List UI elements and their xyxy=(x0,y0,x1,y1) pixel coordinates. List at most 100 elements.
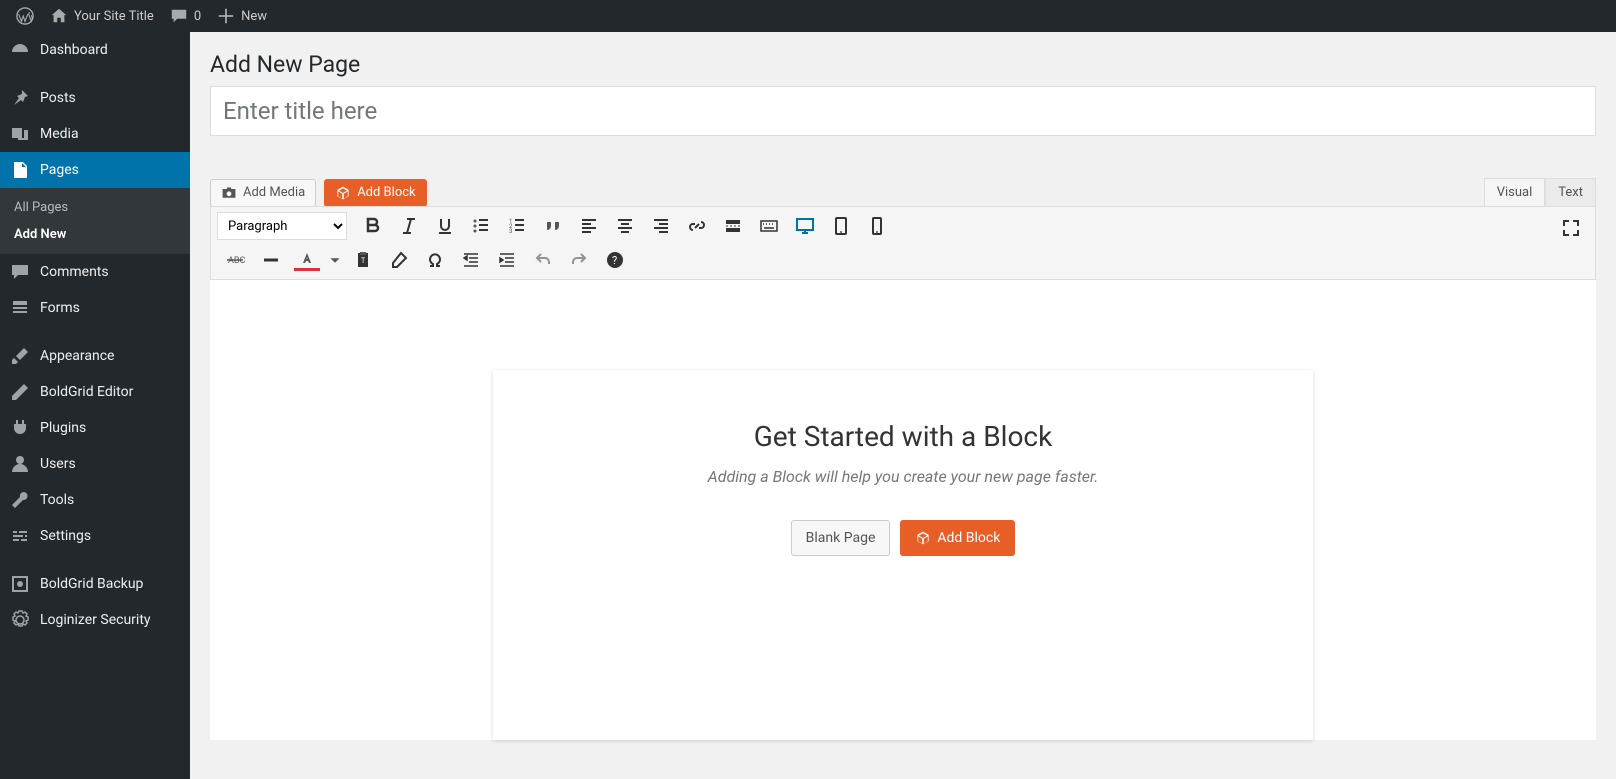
wrench-icon xyxy=(10,490,30,510)
sidebar-item-settings[interactable]: Settings xyxy=(0,518,190,554)
plus-icon xyxy=(217,7,235,25)
outdent-button[interactable] xyxy=(453,245,489,275)
strike-icon: ABC xyxy=(225,250,245,270)
keyboard-icon xyxy=(759,216,779,236)
tablet-button[interactable] xyxy=(823,211,859,241)
text-color-button[interactable] xyxy=(289,245,325,275)
sidebar-label: Settings xyxy=(40,528,91,544)
wp-logo[interactable] xyxy=(8,0,42,32)
sidebar-item-forms[interactable]: Forms xyxy=(0,290,190,326)
plug-icon xyxy=(10,418,30,438)
align-left-button[interactable] xyxy=(571,211,607,241)
align-center-icon xyxy=(615,216,635,236)
editor-canvas[interactable]: Get Started with a Block Adding a Block … xyxy=(210,280,1596,740)
align-right-icon xyxy=(651,216,671,236)
blank-page-button[interactable]: Blank Page xyxy=(791,520,891,556)
page-heading: Add New Page xyxy=(210,42,1596,86)
submenu-all-pages[interactable]: All Pages xyxy=(0,194,190,221)
keyboard-button[interactable] xyxy=(751,211,787,241)
sidebar-label: Dashboard xyxy=(40,42,108,58)
forms-icon xyxy=(10,298,30,318)
bullet-list-button[interactable] xyxy=(463,211,499,241)
dashboard-icon xyxy=(10,40,30,60)
align-right-button[interactable] xyxy=(643,211,679,241)
clipboard-icon: T xyxy=(353,250,373,270)
sidebar-item-posts[interactable]: Posts xyxy=(0,80,190,116)
new-label: New xyxy=(241,9,267,24)
add-block-button[interactable]: Add Block xyxy=(324,179,426,207)
special-char-button[interactable] xyxy=(417,245,453,275)
desktop-button[interactable] xyxy=(787,211,823,241)
site-title: Your Site Title xyxy=(74,9,154,24)
sidebar-item-comments[interactable]: Comments xyxy=(0,254,190,290)
outdent-icon xyxy=(461,250,481,270)
sidebar-item-boldgrid-backup[interactable]: BoldGrid Backup xyxy=(0,566,190,602)
strikethrough-button[interactable]: ABC xyxy=(217,245,253,275)
eraser-icon xyxy=(389,250,409,270)
text-color-icon xyxy=(297,250,317,270)
bold-icon xyxy=(363,216,383,236)
tab-text[interactable]: Text xyxy=(1545,178,1596,207)
help-button[interactable]: ? xyxy=(597,245,633,275)
blockquote-button[interactable] xyxy=(535,211,571,241)
starter-add-block-label: Add Block xyxy=(937,530,1000,546)
indent-button[interactable] xyxy=(489,245,525,275)
add-media-button[interactable]: Add Media xyxy=(210,179,316,207)
cube-icon xyxy=(915,530,931,546)
sidebar-label: Pages xyxy=(40,162,79,178)
align-center-button[interactable] xyxy=(607,211,643,241)
submenu-add-new[interactable]: Add New xyxy=(0,221,190,248)
fullscreen-button[interactable] xyxy=(1553,213,1589,243)
list-ul-icon xyxy=(471,216,491,236)
sidebar-item-boldgrid-editor[interactable]: BoldGrid Editor xyxy=(0,374,190,410)
sidebar-item-media[interactable]: Media xyxy=(0,116,190,152)
tab-visual[interactable]: Visual xyxy=(1484,178,1546,207)
camera-music-icon xyxy=(221,185,237,201)
clear-format-button[interactable] xyxy=(381,245,417,275)
admin-sidebar: Dashboard Posts Media Pages All Pages Ad… xyxy=(0,32,190,779)
sidebar-item-loginizer[interactable]: Loginizer Security xyxy=(0,602,190,638)
editor-tabs: Visual Text xyxy=(1484,178,1596,207)
quote-icon xyxy=(543,216,563,236)
comments-link[interactable]: 0 xyxy=(162,0,209,32)
text-color-dropdown[interactable] xyxy=(325,245,345,275)
sidebar-item-users[interactable]: Users xyxy=(0,446,190,482)
comment-icon xyxy=(10,262,30,282)
indent-icon xyxy=(497,250,517,270)
tablet-icon xyxy=(831,216,851,236)
undo-button[interactable] xyxy=(525,245,561,275)
backup-icon xyxy=(10,574,30,594)
italic-icon xyxy=(399,216,419,236)
hr-button[interactable] xyxy=(253,245,289,275)
sidebar-item-pages[interactable]: Pages xyxy=(0,152,190,188)
mobile-button[interactable] xyxy=(859,211,895,241)
link-button[interactable] xyxy=(679,211,715,241)
read-more-button[interactable] xyxy=(715,211,751,241)
sidebar-submenu-pages: All Pages Add New xyxy=(0,188,190,254)
italic-button[interactable] xyxy=(391,211,427,241)
help-icon: ? xyxy=(605,250,625,270)
gear-icon xyxy=(10,610,30,630)
sidebar-item-tools[interactable]: Tools xyxy=(0,482,190,518)
sidebar-item-dashboard[interactable]: Dashboard xyxy=(0,32,190,68)
paste-text-button[interactable]: T xyxy=(345,245,381,275)
add-block-label: Add Block xyxy=(357,185,415,200)
editor-toolbar: Paragraph 123 ABC T xyxy=(210,206,1596,280)
bold-button[interactable] xyxy=(355,211,391,241)
new-menu[interactable]: New xyxy=(209,0,275,32)
redo-button[interactable] xyxy=(561,245,597,275)
underline-button[interactable] xyxy=(427,211,463,241)
site-home[interactable]: Your Site Title xyxy=(42,0,162,32)
list-ol-icon: 123 xyxy=(507,216,527,236)
starter-add-block-button[interactable]: Add Block xyxy=(900,520,1015,556)
sidebar-label: BoldGrid Backup xyxy=(40,576,143,592)
fullscreen-icon xyxy=(1561,218,1581,238)
sidebar-item-plugins[interactable]: Plugins xyxy=(0,410,190,446)
number-list-button[interactable]: 123 xyxy=(499,211,535,241)
align-left-icon xyxy=(579,216,599,236)
svg-text:3: 3 xyxy=(509,228,512,235)
svg-text:ABC: ABC xyxy=(228,256,245,266)
post-title-input[interactable] xyxy=(210,86,1596,136)
format-select[interactable]: Paragraph xyxy=(217,212,347,240)
sidebar-item-appearance[interactable]: Appearance xyxy=(0,338,190,374)
